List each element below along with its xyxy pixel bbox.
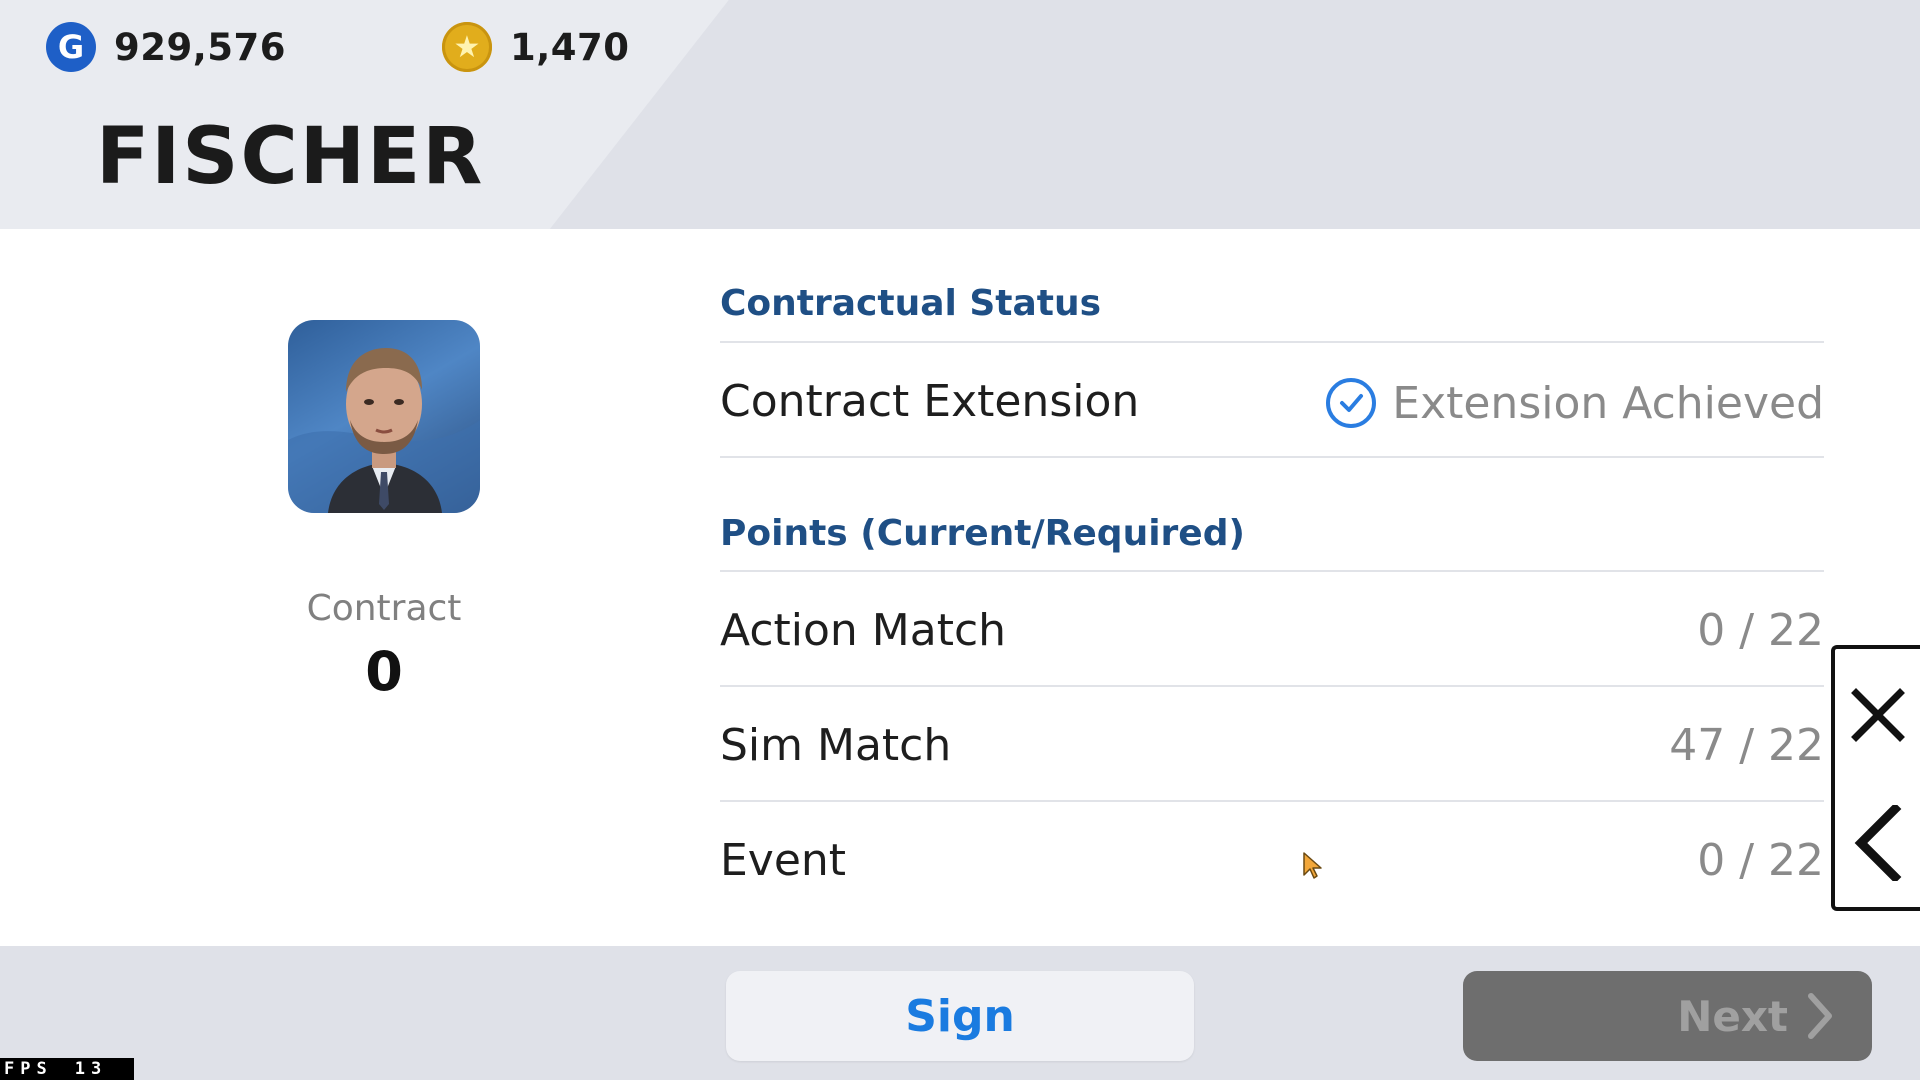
divider <box>720 570 1824 572</box>
extension-status: Extension Achieved <box>1326 372 1824 434</box>
coin-amount: 1,470 <box>510 25 630 69</box>
sign-button-label: Sign <box>905 990 1015 1042</box>
close-icon <box>1850 688 1905 742</box>
fps-label: FPS <box>4 1059 53 1079</box>
gp-currency-icon: G <box>46 22 96 72</box>
divider <box>720 685 1824 687</box>
divider <box>720 341 1824 343</box>
gp-balance: G 929,576 <box>46 22 286 72</box>
contract-label: Contract <box>306 588 462 629</box>
gp-amount: 929,576 <box>114 25 287 69</box>
side-control-panel <box>1831 645 1920 911</box>
check-circle-icon <box>1326 378 1377 428</box>
extension-status-text: Extension Achieved <box>1392 377 1824 429</box>
next-button[interactable]: Next <box>1463 971 1872 1061</box>
event-label: Event <box>720 835 847 886</box>
next-button-label: Next <box>1677 991 1788 1041</box>
manager-portrait <box>288 320 480 513</box>
action-match-value: 0 / 22 <box>1697 605 1824 656</box>
manager-name: FISCHER <box>96 112 485 202</box>
sim-match-value: 47 / 22 <box>1669 720 1824 771</box>
points-heading: Points (Current/Required) <box>720 513 1245 554</box>
fps-counter: FPS 13 <box>0 1058 134 1080</box>
coin-currency-icon: ★ <box>442 22 492 72</box>
close-button[interactable] <box>1835 651 1920 779</box>
action-match-label: Action Match <box>720 605 1007 656</box>
back-button[interactable] <box>1835 779 1920 907</box>
contractual-status-heading: Contractual Status <box>720 283 1102 324</box>
mouse-cursor-icon <box>1303 852 1322 879</box>
contract-value: 0 <box>365 640 403 703</box>
chevron-right-icon <box>1808 993 1832 1039</box>
chevron-left-icon <box>1854 805 1901 881</box>
sim-match-label: Sim Match <box>720 720 952 771</box>
portrait-illustration <box>288 348 480 513</box>
top-header: G 929,576 ★ 1,470 FISCHER <box>0 0 1920 229</box>
fps-value: 13 <box>74 1059 108 1079</box>
divider <box>720 456 1824 458</box>
divider <box>720 800 1824 802</box>
coin-balance: ★ 1,470 <box>442 22 630 72</box>
event-value: 0 / 22 <box>1697 835 1824 886</box>
sign-button[interactable]: Sign <box>726 971 1194 1061</box>
contract-extension-label: Contract Extension <box>720 376 1140 427</box>
